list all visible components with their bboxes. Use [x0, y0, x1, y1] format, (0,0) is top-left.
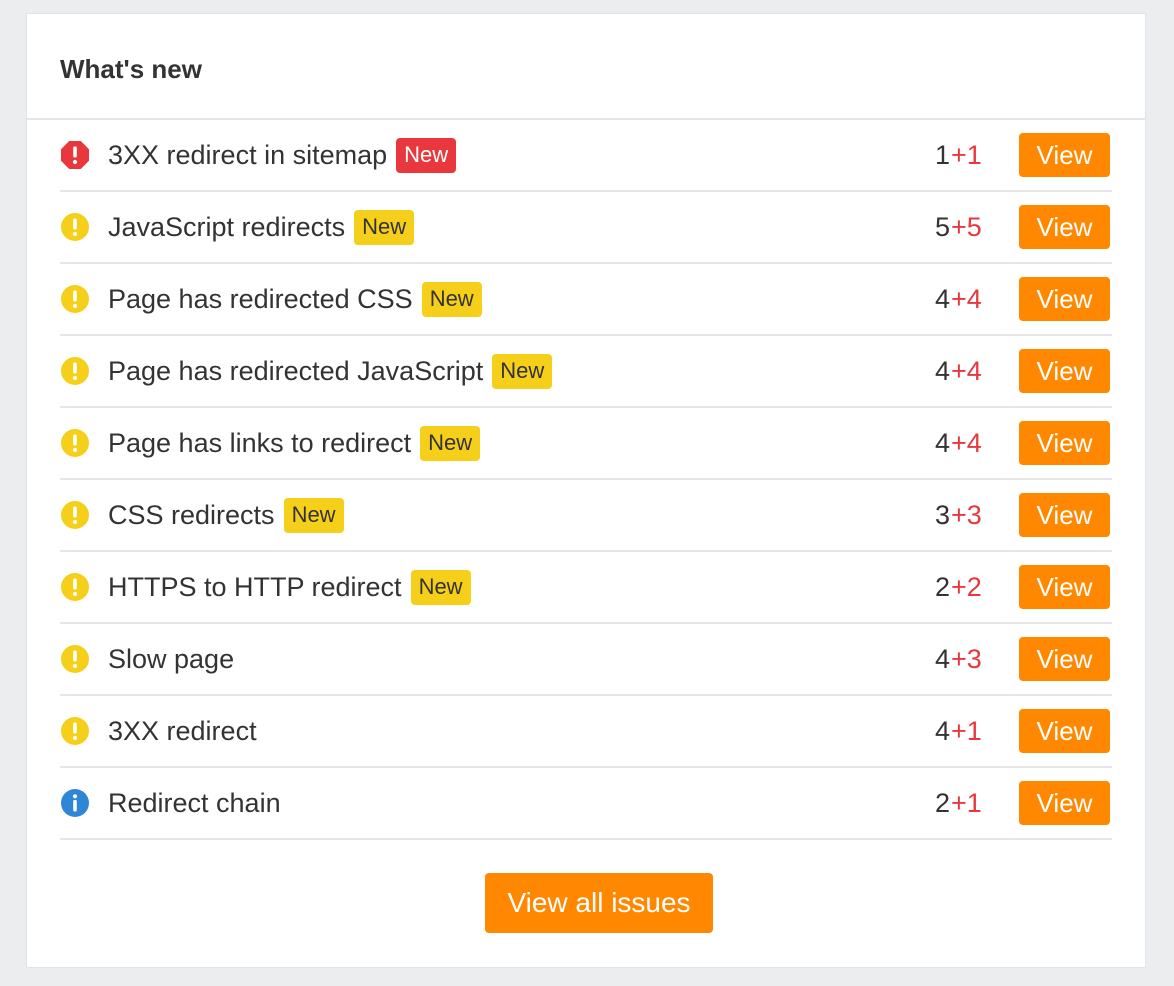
issue-name: CSS redirects: [108, 499, 275, 530]
issue-count: 1: [934, 139, 950, 170]
view-button[interactable]: View: [1019, 781, 1110, 825]
warning-circle-icon: [60, 428, 90, 458]
issue-count: 3: [934, 499, 950, 530]
issue-row: JavaScript redirects New 5 +5 View: [60, 192, 1112, 264]
view-button[interactable]: View: [1019, 421, 1110, 465]
new-badge: New: [420, 425, 481, 461]
card-footer: View all issues: [27, 840, 1145, 933]
view-button[interactable]: View: [1019, 709, 1110, 753]
issue-row: Slow page 4 +3 View: [60, 624, 1112, 696]
issue-delta: +2: [951, 571, 982, 602]
issue-name: 3XX redirect: [108, 715, 257, 746]
issue-name: JavaScript redirects: [108, 211, 346, 242]
warning-circle-icon: [60, 500, 90, 530]
view-button[interactable]: View: [1019, 277, 1110, 321]
issue-name: 3XX redirect in sitemap: [108, 139, 388, 170]
warning-circle-icon: [60, 644, 90, 674]
issue-delta: +4: [951, 355, 982, 386]
view-button[interactable]: View: [1019, 133, 1110, 177]
issue-name: Redirect chain: [108, 787, 281, 818]
issue-delta: +5: [951, 211, 982, 242]
issue-row: Page has redirected CSS New 4 +4 View: [60, 264, 1112, 336]
issue-row: Page has links to redirect New 4 +4 View: [60, 408, 1112, 480]
issue-name: HTTPS to HTTP redirect: [108, 571, 402, 602]
view-all-issues-button[interactable]: View all issues: [485, 873, 713, 933]
issue-count: 4: [934, 355, 950, 386]
issue-row: Redirect chain 2 +1 View: [60, 768, 1112, 840]
issue-row: Page has redirected JavaScript New 4 +4 View: [60, 336, 1112, 408]
issue-name: Page has redirected CSS: [108, 283, 413, 314]
issue-count: 5: [934, 211, 950, 242]
issue-name: Page has redirected JavaScript: [108, 355, 484, 386]
issue-row: CSS redirects New 3 +3 View: [60, 480, 1112, 552]
new-badge: New: [492, 353, 553, 389]
card-title: What's new: [60, 53, 202, 84]
error-octagon-icon: [60, 140, 90, 170]
issue-delta: +4: [951, 427, 982, 458]
issue-delta: +4: [951, 283, 982, 314]
issue-delta: +1: [951, 715, 982, 746]
new-badge: New: [410, 569, 471, 605]
issue-count: 4: [934, 715, 950, 746]
view-button[interactable]: View: [1019, 637, 1110, 681]
issue-count: 2: [934, 571, 950, 602]
issue-row: 3XX redirect in sitemap New 1 +1 View: [60, 120, 1112, 192]
warning-circle-icon: [60, 356, 90, 386]
issue-name: Slow page: [108, 643, 235, 674]
issue-count: 2: [934, 787, 950, 818]
issue-count: 4: [934, 427, 950, 458]
issue-row: HTTPS to HTTP redirect New 2 +2 View: [60, 552, 1112, 624]
new-badge: New: [283, 497, 344, 533]
new-badge: New: [354, 209, 415, 245]
whats-new-card: What's new 3XX redirect in sitemap New 1 +1…: [27, 14, 1145, 967]
issue-delta: +3: [951, 643, 982, 674]
issue-name: Page has links to redirect: [108, 427, 412, 458]
card-header: What's new: [27, 14, 1145, 120]
issue-delta: +1: [951, 787, 982, 818]
warning-circle-icon: [60, 212, 90, 242]
issue-delta: +3: [951, 499, 982, 530]
warning-circle-icon: [60, 572, 90, 602]
warning-circle-icon: [60, 716, 90, 746]
new-badge: New: [421, 281, 482, 317]
issue-count: 4: [934, 283, 950, 314]
issue-delta: +1: [951, 139, 982, 170]
view-button[interactable]: View: [1019, 349, 1110, 393]
issue-row: 3XX redirect 4 +1 View: [60, 696, 1112, 768]
view-button[interactable]: View: [1019, 205, 1110, 249]
issue-count: 4: [934, 643, 950, 674]
view-button[interactable]: View: [1019, 565, 1110, 609]
warning-circle-icon: [60, 284, 90, 314]
new-badge: New: [396, 137, 457, 173]
issue-list: 3XX redirect in sitemap New 1 +1 View JavaScr…: [60, 120, 1112, 840]
view-button[interactable]: View: [1019, 493, 1110, 537]
info-circle-icon: [60, 788, 90, 818]
